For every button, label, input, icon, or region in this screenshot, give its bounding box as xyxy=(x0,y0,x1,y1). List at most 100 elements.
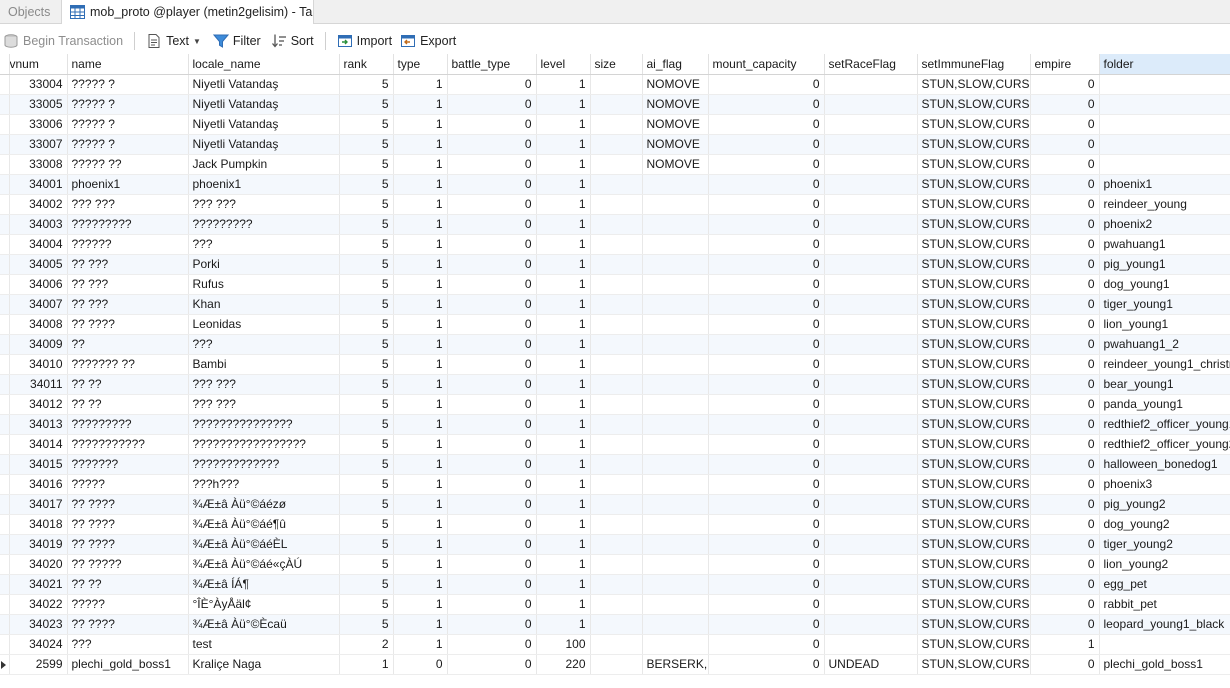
cell-folder[interactable]: halloween_bonedog1 xyxy=(1099,454,1230,475)
cell-type[interactable]: 1 xyxy=(393,434,448,455)
cell-locale-name[interactable]: ??? ??? xyxy=(188,394,340,415)
cell-ai-flag[interactable]: NOMOVE xyxy=(642,94,709,115)
cell-ai-flag[interactable] xyxy=(642,494,709,515)
cell-name[interactable]: ?????? xyxy=(67,234,189,255)
table-row[interactable]: 34013???????????????????????? 5 1 0 1 0 STUN,S… xyxy=(0,414,1230,435)
cell-empire[interactable]: 0 xyxy=(1030,294,1100,315)
cell-ai-flag[interactable] xyxy=(642,314,709,335)
row-selector[interactable] xyxy=(0,134,10,155)
cell-ai-flag[interactable]: NOMOVE xyxy=(642,134,709,155)
cell-folder[interactable]: pig_young1 xyxy=(1099,254,1230,275)
cell-level[interactable]: 1 xyxy=(536,74,591,95)
row-selector[interactable] xyxy=(0,594,10,615)
column-header-locale-name[interactable]: locale_name xyxy=(188,54,340,75)
row-selector[interactable] xyxy=(0,414,10,435)
cell-locale-name[interactable]: ????????????? xyxy=(188,454,340,475)
cell-locale-name[interactable]: ??? ??? xyxy=(188,374,340,395)
cell-battle-type[interactable]: 0 xyxy=(447,514,537,535)
table-row[interactable]: 34011?? ????? ???51010STUN,SLOW,CURSE,T0… xyxy=(0,374,1230,395)
row-selector[interactable] xyxy=(0,334,10,355)
cell-vnum[interactable]: 34001 xyxy=(9,174,68,195)
cell-folder[interactable]: dog_young1 xyxy=(1099,274,1230,295)
cell-empire[interactable]: 0 xyxy=(1030,474,1100,495)
cell-folder[interactable]: reindeer_young xyxy=(1099,194,1230,215)
cell-locale-name[interactable]: Niyetli Vatandaş xyxy=(188,74,340,95)
cell-type[interactable]: 1 xyxy=(393,574,448,595)
cell-vnum[interactable]: 33008 xyxy=(9,154,68,175)
cell-name[interactable]: ?? ??? xyxy=(67,274,189,295)
cell-rank[interactable]: 5 xyxy=(339,74,394,95)
cell-size[interactable] xyxy=(590,114,643,135)
cell-folder[interactable]: dog_young2 xyxy=(1099,514,1230,535)
cell-setraceflag[interactable] xyxy=(824,254,918,275)
column-header-size[interactable]: size xyxy=(590,54,643,75)
cell-size[interactable] xyxy=(590,234,643,255)
cell-locale-name[interactable]: ¾Æ±â Àü°©áézø xyxy=(188,494,340,515)
column-header-empire[interactable]: empire xyxy=(1030,54,1100,75)
cell-empire[interactable]: 0 xyxy=(1030,234,1100,255)
cell-setimmuneflag[interactable]: STUN,SLOW,CURSE,T xyxy=(917,254,1031,275)
cell-size[interactable] xyxy=(590,294,643,315)
cell-level[interactable]: 1 xyxy=(536,534,591,555)
table-row[interactable]: 34005?? ???Porki51010STUN,SLOW,CURSE,T0p… xyxy=(0,254,1230,275)
cell-type[interactable]: 1 xyxy=(393,494,448,515)
cell-type[interactable]: 1 xyxy=(393,74,448,95)
cell-ai-flag[interactable] xyxy=(642,194,709,215)
cell-empire[interactable]: 0 xyxy=(1030,94,1100,115)
cell-vnum[interactable]: 34012 xyxy=(9,394,68,415)
cell-level[interactable]: 1 xyxy=(536,414,591,435)
cell-mount-capacity[interactable]: 0 xyxy=(708,174,825,195)
cell-type[interactable]: 0 xyxy=(393,654,448,675)
tab-mob-proto[interactable]: mob_proto @player (metin2gelisim) - Ta..… xyxy=(62,0,314,24)
cell-setraceflag[interactable] xyxy=(824,94,918,115)
table-row[interactable]: 34012?? ????? ???51010STUN,SLOW,CURSE,T0… xyxy=(0,394,1230,415)
cell-rank[interactable]: 5 xyxy=(339,214,394,235)
cell-vnum[interactable]: 34006 xyxy=(9,274,68,295)
cell-folder[interactable] xyxy=(1099,634,1230,655)
cell-folder[interactable] xyxy=(1099,114,1230,135)
row-selector[interactable] xyxy=(0,374,10,395)
cell-name[interactable]: ?? ???? xyxy=(67,614,189,635)
table-row[interactable]: 34015???????????????????? 5 1 0 1 0 STUN,SLOW,… xyxy=(0,454,1230,475)
data-grid[interactable]: vnum name locale_name rank type battle_type le… xyxy=(0,54,1230,688)
table-row[interactable]: 33004????? ? Niyetli Vatandaş 5 1 0 1 NOMOVE 0 S… xyxy=(0,74,1230,95)
cell-vnum[interactable]: 34020 xyxy=(9,554,68,575)
row-selector[interactable] xyxy=(0,494,10,515)
cell-folder[interactable]: phoenix3 xyxy=(1099,474,1230,495)
cell-name[interactable]: ????????? xyxy=(67,414,189,435)
cell-ai-flag[interactable] xyxy=(642,254,709,275)
cell-battle-type[interactable]: 0 xyxy=(447,534,537,555)
cell-name[interactable]: plechi_gold_boss1 xyxy=(67,654,189,675)
table-row[interactable]: 34014???????????????????????????? 5 1 0 1 0 ST… xyxy=(0,434,1230,455)
cell-setraceflag[interactable] xyxy=(824,554,918,575)
cell-folder[interactable]: plechi_gold_boss1 xyxy=(1099,654,1230,675)
cell-size[interactable] xyxy=(590,274,643,295)
cell-setraceflag[interactable] xyxy=(824,214,918,235)
cell-name[interactable]: ?? ??? xyxy=(67,254,189,275)
cell-vnum[interactable]: 34008 xyxy=(9,314,68,335)
cell-setimmuneflag[interactable]: STUN,SLOW,CURSE,T xyxy=(917,214,1031,235)
cell-rank[interactable]: 5 xyxy=(339,574,394,595)
cell-setimmuneflag[interactable]: STUN,SLOW,CURSE,T xyxy=(917,434,1031,455)
cell-mount-capacity[interactable]: 0 xyxy=(708,154,825,175)
row-selector[interactable] xyxy=(0,514,10,535)
cell-battle-type[interactable]: 0 xyxy=(447,314,537,335)
cell-vnum[interactable]: 33005 xyxy=(9,94,68,115)
cell-setraceflag[interactable] xyxy=(824,374,918,395)
cell-mount-capacity[interactable]: 0 xyxy=(708,534,825,555)
column-header-mount-capacity[interactable]: mount_capacity xyxy=(708,54,825,75)
cell-folder[interactable] xyxy=(1099,134,1230,155)
cell-empire[interactable]: 0 xyxy=(1030,354,1100,375)
cell-battle-type[interactable]: 0 xyxy=(447,654,537,675)
table-row[interactable]: 33006????? ? Niyetli Vatandaş 5 1 0 1 NOMOVE 0 S… xyxy=(0,114,1230,135)
cell-setimmuneflag[interactable]: STUN,SLOW,CURSE,T xyxy=(917,294,1031,315)
cell-type[interactable]: 1 xyxy=(393,134,448,155)
cell-vnum[interactable]: 34017 xyxy=(9,494,68,515)
cell-rank[interactable]: 5 xyxy=(339,234,394,255)
cell-folder[interactable] xyxy=(1099,94,1230,115)
cell-ai-flag[interactable] xyxy=(642,394,709,415)
row-selector[interactable] xyxy=(0,554,10,575)
column-header-battle-type[interactable]: battle_type xyxy=(447,54,537,75)
cell-setimmuneflag[interactable]: STUN,SLOW,CURSE,T xyxy=(917,414,1031,435)
cell-folder[interactable] xyxy=(1099,74,1230,95)
